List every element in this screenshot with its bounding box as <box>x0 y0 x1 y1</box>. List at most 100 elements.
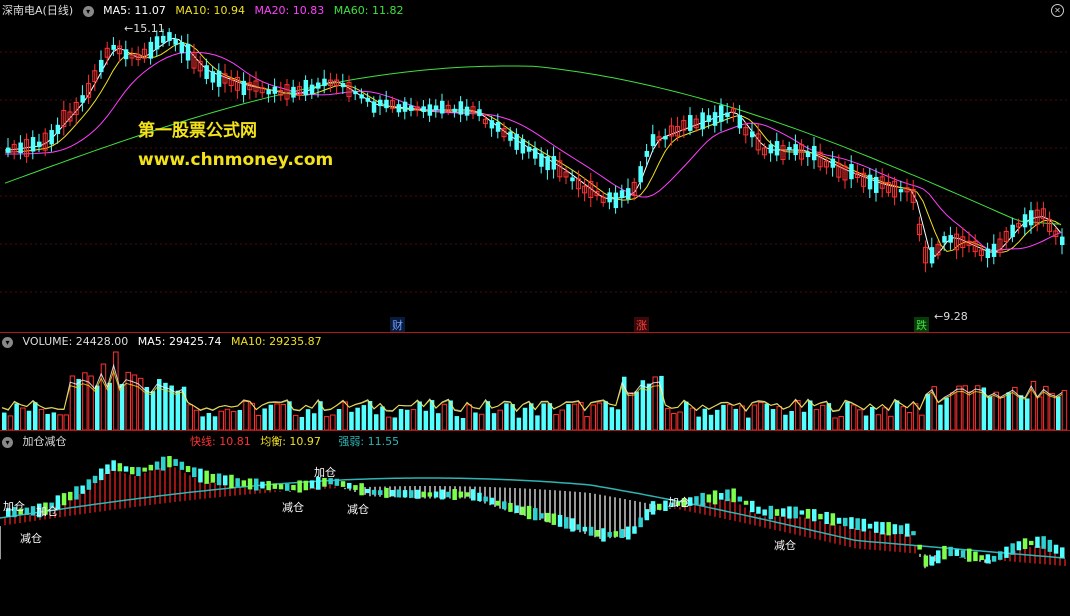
low-price-label: ←9.28 <box>934 310 968 323</box>
candle-body <box>204 65 209 79</box>
indicator-candle <box>130 466 135 475</box>
indicator-candle <box>843 517 848 527</box>
indicator-candle <box>706 494 712 503</box>
indicator-candle <box>774 509 780 516</box>
candle-body <box>148 41 154 59</box>
volume-bar <box>603 401 608 430</box>
volume-bar <box>696 416 701 430</box>
volume-bar <box>63 414 69 430</box>
indicator-candle <box>551 513 557 525</box>
indicator-chart[interactable] <box>0 431 1070 616</box>
indicator-candle <box>576 524 581 530</box>
volume-panel[interactable]: ▾ VOLUME: 24428.00 MA5: 29425.74 MA10: 2… <box>0 333 1070 430</box>
volume-bar <box>664 408 671 430</box>
volume-bar <box>454 416 460 430</box>
candle-body <box>551 156 557 170</box>
candle-body <box>774 141 780 156</box>
volume-readout: VOLUME: 24428.00 <box>22 335 129 348</box>
indicator-candle <box>74 486 79 500</box>
indicator-candle <box>731 488 736 503</box>
indicator-candle <box>489 497 495 505</box>
volume-bar <box>627 392 634 430</box>
candle-body <box>526 146 532 152</box>
candle-body <box>520 139 526 154</box>
candle-body <box>867 174 873 190</box>
ma5-line <box>4 37 1062 258</box>
candle-body <box>241 80 247 95</box>
ma5-readout: MA5: 11.07 <box>103 4 166 17</box>
indicator-candle <box>347 482 352 489</box>
volume-bar <box>113 351 119 430</box>
indicator-candle <box>601 528 606 542</box>
volume-bar <box>522 407 528 430</box>
ma60-line <box>4 65 1062 225</box>
volume-bar <box>739 405 745 430</box>
volume-bar <box>342 401 348 430</box>
candle-body <box>607 192 612 203</box>
indicator-candle <box>762 509 767 516</box>
indicator-candle <box>235 478 240 487</box>
indicator-candle <box>161 456 166 471</box>
volume-bar <box>547 403 553 430</box>
volume-bar <box>783 414 788 430</box>
indicator-candle <box>229 474 234 489</box>
candle-body <box>805 152 811 158</box>
volume-bar <box>609 407 615 430</box>
volume-bar <box>764 403 770 430</box>
volume-bar <box>20 407 26 430</box>
volume-bar <box>832 417 838 430</box>
volume-bar <box>330 414 336 430</box>
indicator-candle <box>136 467 141 477</box>
candle-body <box>719 105 724 122</box>
volume-bar <box>150 391 156 430</box>
volume-bar <box>1018 395 1024 430</box>
candle-body <box>353 90 358 95</box>
candle-body <box>725 112 730 118</box>
volume-bar <box>323 416 330 430</box>
volume-bar <box>925 393 931 430</box>
volume-bar <box>1061 390 1068 430</box>
volume-bar <box>398 409 404 430</box>
volume-bar <box>262 408 267 430</box>
volume-bar <box>336 409 342 430</box>
indicator-candle <box>291 484 296 491</box>
volume-bar <box>478 413 485 430</box>
event-marker-fall[interactable]: 跌 <box>914 317 929 333</box>
volume-bar <box>187 404 193 430</box>
candle-body <box>99 59 104 73</box>
close-icon[interactable]: ✕ <box>1051 4 1064 17</box>
volume-bar <box>640 380 646 430</box>
indicator-candle <box>905 523 910 537</box>
chevron-down-icon[interactable]: ▾ <box>2 436 13 448</box>
candle-body <box>514 133 519 150</box>
chevron-down-icon[interactable]: ▾ <box>2 336 13 348</box>
price-chart-panel[interactable]: 深南电A(日线) ▾ MA5: 11.07 MA10: 10.94 MA20: … <box>0 0 1070 333</box>
volume-bar <box>900 406 906 430</box>
chevron-down-icon[interactable]: ▾ <box>82 5 94 17</box>
volume-bar <box>789 411 794 430</box>
event-marker-rise[interactable]: 涨 <box>634 317 649 333</box>
indicator-candle <box>24 507 30 515</box>
candle-body <box>489 120 495 129</box>
indicator-candle <box>657 503 662 510</box>
indicator-candle <box>960 550 966 558</box>
volume-bar <box>875 414 882 430</box>
volume-bar <box>7 415 14 430</box>
volume-bar <box>175 390 181 430</box>
candle-body <box>985 248 991 259</box>
indicator-candle <box>371 489 377 495</box>
candle-body <box>688 115 693 131</box>
event-marker-finance[interactable]: 财 <box>390 317 405 333</box>
indicator-candle <box>768 505 774 520</box>
ma10-readout: MA10: 10.94 <box>175 4 246 17</box>
indicator-candle <box>210 473 216 483</box>
volume-bar <box>646 383 652 430</box>
indicator-candle <box>861 518 867 532</box>
candle-body <box>396 104 402 113</box>
indicator-panel[interactable]: ▾ 加仓减仓 快线: 10.81 均衡: 10.97 强弱: 11.55 加仓 … <box>0 431 1070 616</box>
candle-body <box>80 95 85 103</box>
volume-bar <box>870 407 875 430</box>
indicator-candle <box>1053 544 1059 554</box>
indicator-candle <box>495 500 501 506</box>
candle-body <box>638 166 643 183</box>
